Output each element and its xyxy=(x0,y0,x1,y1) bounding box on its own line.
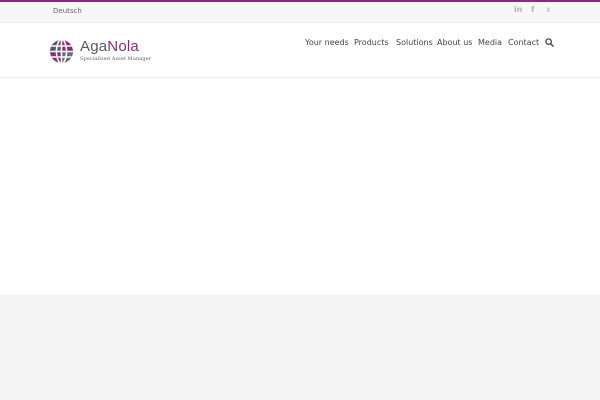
nav-item-products[interactable]: Products xyxy=(354,38,389,47)
xing-icon[interactable]: x xyxy=(546,5,551,15)
hero-section xyxy=(0,79,600,295)
site-header: AgaNola Specialized Asset Manager Your n… xyxy=(0,23,600,78)
facebook-icon[interactable]: f xyxy=(531,5,534,15)
content-area xyxy=(0,295,600,400)
language-switch-link[interactable]: Deutsch xyxy=(53,7,82,15)
nav-item-media[interactable]: Media xyxy=(478,38,502,47)
nav-item-your-needs[interactable]: Your needs xyxy=(305,38,349,47)
linkedin-icon[interactable]: in xyxy=(514,5,522,15)
top-bar: Deutsch in f x xyxy=(0,2,600,23)
nav-item-contact[interactable]: Contact xyxy=(508,38,539,47)
main-nav: Your needs Products Solutions About us M… xyxy=(0,38,600,48)
search-icon[interactable] xyxy=(545,38,554,47)
logo-tagline: Specialized Asset Manager xyxy=(80,56,152,62)
nav-item-about-us[interactable]: About us xyxy=(437,38,472,47)
nav-item-solutions[interactable]: Solutions xyxy=(396,38,433,47)
